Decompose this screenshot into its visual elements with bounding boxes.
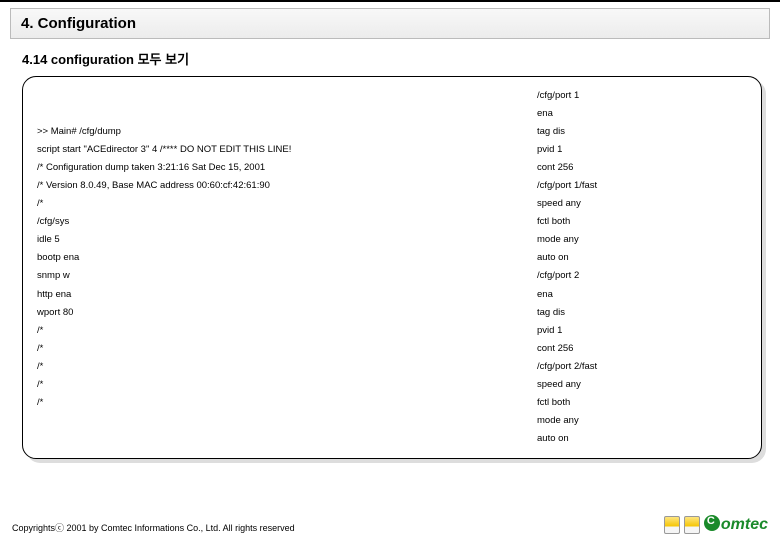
config-line: cont 256: [537, 159, 747, 177]
config-column-left: >> Main# /cfg/dumpscript start "ACEdirec…: [37, 87, 513, 448]
config-line: /* Version 8.0.49, Base MAC address 00:6…: [37, 177, 513, 195]
config-line: >> Main# /cfg/dump: [37, 123, 513, 141]
config-line: ena: [537, 286, 747, 304]
footer-logos: omtec: [664, 515, 768, 534]
section-title-text: 4. Configuration: [21, 15, 136, 32]
config-column-right: /cfg/port 1enatag dispvid 1cont 256/cfg/…: [537, 87, 747, 448]
config-panel-wrapper: >> Main# /cfg/dumpscript start "ACEdirec…: [22, 76, 762, 459]
config-line: speed any: [537, 376, 747, 394]
config-line: cont 256: [537, 340, 747, 358]
config-line: script start "ACEdirector 3" 4 /**** DO …: [37, 141, 513, 159]
config-line: auto on: [537, 430, 747, 448]
config-line: [37, 105, 513, 123]
config-line: /*: [37, 322, 513, 340]
cert-badge-icon: [664, 516, 680, 534]
config-line: tag dis: [537, 304, 747, 322]
config-line: idle 5: [37, 231, 513, 249]
config-line: /cfg/sys: [37, 213, 513, 231]
config-line: ena: [537, 105, 747, 123]
config-line: mode any: [537, 231, 747, 249]
config-line: wport 80: [37, 304, 513, 322]
config-line: /cfg/port 1/fast: [537, 177, 747, 195]
config-line: /cfg/port 1: [537, 87, 747, 105]
config-line: snmp w: [37, 267, 513, 285]
config-line: fctl both: [537, 213, 747, 231]
config-line: [37, 87, 513, 105]
config-line: /cfg/port 2/fast: [537, 358, 747, 376]
section-title: 4. Configuration: [10, 8, 770, 39]
cert-badge-icon: [684, 516, 700, 534]
config-line: tag dis: [537, 123, 747, 141]
page-footer: Copyrightsⓒ 2001 by Comtec Informations …: [12, 515, 768, 534]
config-line: auto on: [537, 249, 747, 267]
comtec-logo-icon: [704, 515, 720, 531]
config-line: /*: [37, 340, 513, 358]
subsection-title-text: 4.14 configuration 모두 보기: [22, 52, 189, 67]
config-line: pvid 1: [537, 322, 747, 340]
comtec-logo: omtec: [704, 515, 768, 534]
config-line: bootp ena: [37, 249, 513, 267]
subsection-title: 4.14 configuration 모두 보기: [22, 49, 762, 68]
comtec-logo-text: omtec: [721, 516, 768, 533]
config-line: fctl both: [537, 394, 747, 412]
config-line: speed any: [537, 195, 747, 213]
config-line: /* Configuration dump taken 3:21:16 Sat …: [37, 159, 513, 177]
config-line: /*: [37, 394, 513, 412]
config-line: /*: [37, 358, 513, 376]
config-line: /*: [37, 376, 513, 394]
config-line: mode any: [537, 412, 747, 430]
config-line: /*: [37, 195, 513, 213]
config-columns: >> Main# /cfg/dumpscript start "ACEdirec…: [37, 87, 747, 448]
copyright-text: Copyrightsⓒ 2001 by Comtec Informations …: [12, 521, 295, 534]
config-line: http ena: [37, 286, 513, 304]
config-line: pvid 1: [537, 141, 747, 159]
config-panel: >> Main# /cfg/dumpscript start "ACEdirec…: [22, 76, 762, 459]
config-line: /cfg/port 2: [537, 267, 747, 285]
